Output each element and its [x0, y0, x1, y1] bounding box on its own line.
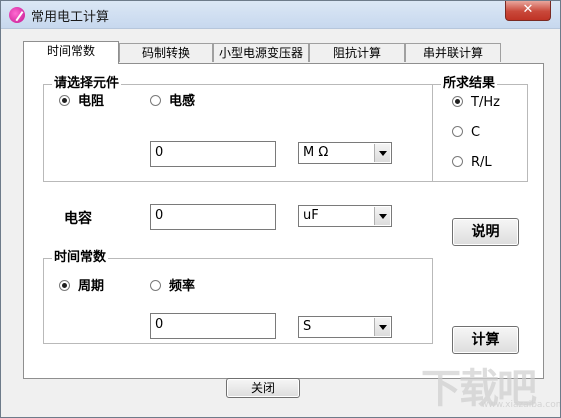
capacitance-label: 电容: [64, 211, 92, 227]
tab-impedance[interactable]: 阻抗计算: [309, 43, 405, 62]
close-window-button[interactable]: ✕: [505, 1, 551, 21]
tab-series-parallel[interactable]: 串并联计算: [405, 43, 501, 62]
radio-result-r-l[interactable]: R/L: [452, 155, 492, 171]
radio-period[interactable]: 周期: [59, 279, 104, 295]
component-value-input[interactable]: 0: [150, 141, 276, 167]
radio-result-t-hz[interactable]: T/Hz: [452, 95, 500, 111]
time-constant-group-title: 时间常数: [52, 250, 109, 265]
radio-dot: [59, 280, 70, 291]
radio-result-t-hz-label: T/Hz: [471, 95, 500, 110]
capacitance-input[interactable]: 0: [150, 204, 276, 230]
time-constant-input[interactable]: 0: [150, 313, 276, 339]
watermark-url: www.xiazaiba.com: [481, 400, 561, 410]
watermark-logo: 下载吧 www.xiazaiba.com: [421, 356, 560, 416]
radio-dot: [150, 280, 161, 291]
radio-result-c-label: C: [471, 125, 481, 140]
radio-resistor-label: 电阻: [78, 94, 105, 109]
component-unit-select[interactable]: M Ω: [298, 142, 392, 164]
radio-period-label: 周期: [78, 279, 105, 294]
result-group-title: 所求结果: [441, 76, 498, 91]
tab-time-constant[interactable]: 时间常数: [23, 41, 119, 64]
radio-dot: [150, 95, 161, 106]
radio-dot: [452, 96, 463, 107]
capacitance-unit-select[interactable]: uF: [298, 205, 392, 227]
chevron-down-icon[interactable]: [374, 318, 390, 336]
close-dialog-button[interactable]: 关闭: [226, 378, 300, 398]
radio-result-c[interactable]: C: [452, 125, 480, 141]
component-unit-value: M Ω: [303, 145, 329, 160]
tab-panel: 请选择元件 电阻 电感 0 M Ω 所求结果 T/Hz C R/L 电容 0 u…: [23, 63, 544, 379]
chevron-down-icon[interactable]: [374, 144, 390, 162]
radio-inductor-label: 电感: [169, 94, 196, 109]
explain-button[interactable]: 说明: [452, 218, 519, 246]
radio-dot: [452, 126, 463, 137]
radio-dot: [452, 156, 463, 167]
window-title: 常用电工计算: [31, 10, 110, 25]
capacitance-unit-value: uF: [303, 208, 319, 223]
radio-frequency-label: 频率: [169, 279, 196, 294]
radio-inductor[interactable]: 电感: [150, 94, 195, 110]
chevron-down-icon[interactable]: [374, 207, 390, 225]
radio-result-r-l-label: R/L: [471, 155, 492, 170]
tab-code-conversion[interactable]: 码制转换: [119, 43, 213, 62]
component-group-title: 请选择元件: [52, 76, 122, 91]
calculate-button[interactable]: 计算: [452, 326, 519, 354]
radio-resistor[interactable]: 电阻: [59, 94, 104, 110]
time-constant-unit-select[interactable]: S: [298, 316, 392, 338]
app-icon: [9, 7, 25, 23]
title-bar[interactable]: 常用电工计算 ✕: [1, 1, 560, 29]
radio-dot: [59, 95, 70, 106]
app-window: 常用电工计算 ✕ 时间常数 码制转换 小型电源变压器 阻抗计算 串并联计算 请选…: [0, 0, 561, 418]
radio-frequency[interactable]: 频率: [150, 279, 195, 295]
time-constant-unit-value: S: [303, 319, 312, 334]
tab-small-transformer[interactable]: 小型电源变压器: [213, 43, 309, 62]
